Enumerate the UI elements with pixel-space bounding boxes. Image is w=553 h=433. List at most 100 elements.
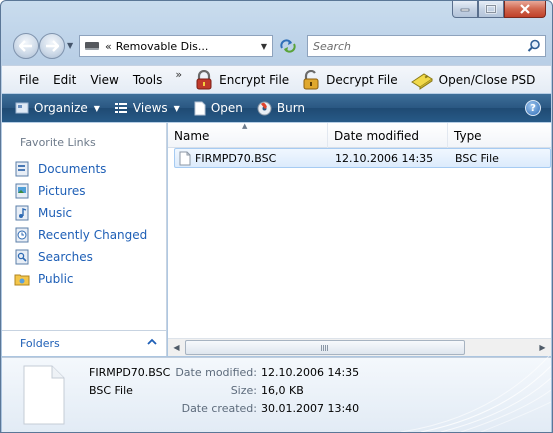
open-document-icon [194,101,206,115]
organize-dropdown-icon: ▼ [93,103,100,113]
scroll-track[interactable] [185,339,534,356]
views-button[interactable]: Views ▼ [107,94,187,122]
lock-open-icon [303,69,319,89]
sort-ascending-icon: ▲ [242,122,248,130]
address-bar[interactable]: « Removable Dis... ▼ [79,35,273,57]
column-name-label: Name [174,128,210,143]
favorite-pictures-label: Pictures [38,184,86,198]
help-button[interactable]: ? [525,100,541,116]
file-type: BSC File [455,151,499,165]
generic-file-icon [179,151,191,165]
organize-button[interactable]: Organize ▼ [8,94,107,122]
scroll-thumb[interactable] [185,340,465,355]
column-header: ▲ Name Date modified Type [168,122,551,148]
back-button[interactable] [13,33,39,59]
open-close-psd-label: Open/Close PSD [438,72,536,87]
pictures-icon [14,183,30,199]
usb-drive-icon [410,72,433,90]
refresh-icon [280,39,296,53]
organize-icon [15,102,29,114]
views-dropdown-icon: ▼ [173,103,180,113]
favorite-searches-label: Searches [38,250,93,264]
burn-button[interactable]: Burn [250,94,312,122]
details-date-modified-value: 12.10.2006 14:35 [261,366,360,379]
decrypt-file-label: Decrypt File [326,72,398,87]
scroll-right-button[interactable]: ▶ [534,339,551,356]
address-history-dropdown[interactable]: ▼ [256,36,272,56]
caption-buttons [452,1,546,19]
favorite-music-label: Music [38,206,73,220]
recent-pages-dropdown[interactable]: ▼ [67,41,77,51]
open-button[interactable]: Open [187,94,250,122]
breadcrumb-location[interactable]: Removable Dis... [116,40,209,53]
favorite-music[interactable]: Music [14,202,147,224]
scroll-left-button[interactable]: ◀ [168,339,185,356]
explorer-window: ▼ « Removable Dis... ▼ File Edit V [0,0,553,433]
scroll-grip-icon [321,345,329,351]
details-date-created-value: 30.01.2007 13:40 [261,402,360,415]
details-size-value: 16,0 KB [261,384,304,397]
details-size-label: Size: [230,384,257,397]
menu-bar: File Edit View Tools » Encrypt File Decr… [2,65,551,93]
refresh-button[interactable] [277,37,299,55]
close-icon [520,4,530,14]
encrypt-file-button[interactable]: Encrypt File [188,66,295,94]
search-icon[interactable] [527,39,541,53]
recently-changed-icon [14,227,30,243]
file-date-modified: 12.10.2006 14:35 [335,151,434,165]
column-date-label: Date modified [334,128,420,143]
forward-button[interactable] [39,33,65,59]
file-thumbnail-icon [23,365,65,425]
chevron-up-icon [147,338,157,345]
address-row: ▼ « Removable Dis... ▼ [9,31,546,61]
music-icon [14,205,30,221]
maximize-button[interactable] [478,1,504,18]
public-folder-icon [14,271,30,287]
minimize-button[interactable] [452,1,478,18]
menu-file[interactable]: File [12,66,46,94]
favorite-recently-changed-label: Recently Changed [38,228,148,242]
file-name-cell: FIRMPD70.BSC [175,151,329,166]
favorite-pictures[interactable]: Pictures [14,180,147,202]
folders-label: Folders [20,337,60,350]
column-header-date-modified[interactable]: Date modified [328,123,448,148]
favorite-documents-label: Documents [38,162,107,176]
column-type-label: Type [454,128,482,143]
burn-label: Burn [276,101,306,115]
minimize-icon [460,8,470,12]
open-close-psd-button[interactable]: Open/Close PSD [404,66,542,94]
burn-disc-icon [257,101,272,115]
navigation-pane: Favorite Links Documents Pictures Music [2,123,167,356]
close-button[interactable] [504,1,546,18]
back-arrow-icon [19,40,32,52]
searches-icon [14,249,30,265]
forward-arrow-icon [46,40,59,52]
decrypt-file-button[interactable]: Decrypt File [295,66,403,94]
maximize-icon [485,4,497,14]
horizontal-scrollbar[interactable]: ◀ ▶ [168,338,551,356]
favorite-documents[interactable]: Documents [14,158,147,180]
lock-red-icon [196,69,212,89]
breadcrumb-overflow[interactable]: « [105,40,112,53]
organize-label: Organize [34,101,88,115]
column-header-name[interactable]: ▲ Name [168,122,328,148]
command-bar: Organize ▼ Views ▼ Open Burn ? [2,94,551,122]
toolbar-overflow-chevron[interactable]: » [175,68,182,81]
column-header-type[interactable]: Type [448,123,551,148]
favorite-recently-changed[interactable]: Recently Changed [14,224,147,246]
folders-toggle[interactable]: Folders [2,330,166,356]
favorite-searches[interactable]: Searches [14,246,147,268]
favorite-public-label: Public [38,272,74,286]
menu-tools[interactable]: Tools [126,66,170,94]
file-row[interactable]: FIRMPD70.BSC 12.10.2006 14:35 BSC File [174,148,551,168]
search-input[interactable] [313,39,513,53]
decorative-swirl [400,356,551,432]
menu-edit[interactable]: Edit [46,66,83,94]
encrypt-file-label: Encrypt File [219,72,290,87]
search-field[interactable] [307,35,546,57]
views-icon [114,103,127,113]
favorite-links-list: Documents Pictures Music Recently Change… [14,158,147,290]
menu-view[interactable]: View [83,66,125,94]
details-pane: FIRMPD70.BSC BSC File Date modified: 12.… [2,356,551,432]
favorite-public[interactable]: Public [14,268,147,290]
